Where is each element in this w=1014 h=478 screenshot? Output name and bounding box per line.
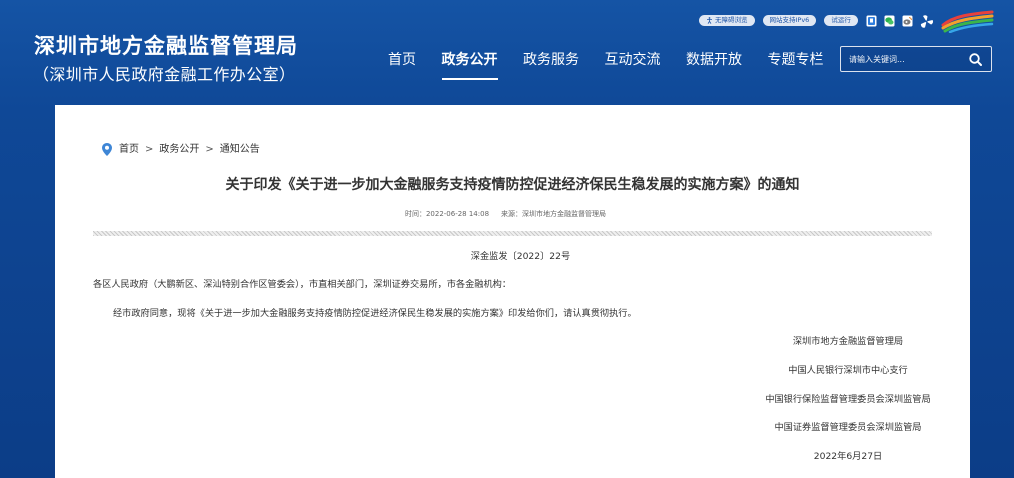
nav-item-special-topics[interactable]: 专题专栏: [768, 50, 824, 70]
site-title: 深圳市地方金融监督管理局: [34, 34, 298, 58]
content-card: 首页 > 政务公开 > 通知公告 关于印发《关于进一步加大金融服务支持疫情防控促…: [55, 105, 970, 478]
ipv6-label: 网站支持IPv6: [769, 16, 810, 24]
signatory: 中国银行保险监督管理委员会深圳监管局: [765, 393, 931, 405]
site-subtitle: （深圳市人民政府金融工作办公室）: [33, 65, 296, 84]
breadcrumb-separator: >: [145, 144, 154, 155]
nav-item-interaction[interactable]: 互动交流: [605, 50, 661, 70]
signatory: 中国人民银行深圳市中心支行: [788, 365, 908, 377]
document-date: 2022年6月27日: [813, 450, 883, 462]
trial-run-label: 试运行: [831, 16, 851, 24]
document-body: 深金监发〔2022〕22号 各区人民政府（大鹏新区、深汕特别合作区管委会），市直…: [93, 243, 932, 472]
signatory: 中国证券监督管理委员会深圳监管局: [774, 422, 922, 434]
i-shenzhen-logo[interactable]: [940, 9, 994, 33]
mobile-icon[interactable]: [866, 15, 877, 27]
ipv6-badge[interactable]: 网站支持IPv6: [762, 15, 817, 26]
pinwheel-icon[interactable]: [919, 15, 934, 28]
article-source: 来源：深圳市地方金融监督管理局: [501, 210, 607, 218]
salutation: 各区人民政府（大鹏新区、深汕特别合作区管委会），市直相关部门，深圳证券交易所，市…: [93, 279, 512, 291]
article-meta: 时间：2022-06-28 14:08 来源：深圳市地方金融监督管理局: [55, 209, 956, 219]
breadcrumb-separator: >: [205, 144, 214, 155]
location-pin-icon: [102, 143, 112, 156]
accessibility-icon: [707, 17, 712, 24]
breadcrumb-notices[interactable]: 通知公告: [220, 144, 260, 156]
body-paragraph: 经市政府同意，现将《关于进一步加大金融服务支持疫情防控促进经济保民生稳发展的实施…: [113, 307, 637, 319]
article-title: 关于印发《关于进一步加大金融服务支持疫情防控促进经济保民生稳发展的实施方案》的通…: [225, 177, 800, 193]
search-input[interactable]: [849, 47, 967, 71]
wechat-icon[interactable]: [884, 15, 895, 27]
nav-item-government-services[interactable]: 政务服务: [523, 50, 579, 70]
breadcrumb: 首页 > 政务公开 > 通知公告: [119, 144, 260, 156]
search-box: [840, 46, 992, 72]
publish-time: 时间：2022-06-28 14:08: [404, 210, 490, 218]
signature-block: 深圳市地方金融监督管理局 中国人民银行深圳市中心支行 中国银行保险监督管理委员会…: [748, 328, 948, 471]
breadcrumb-home[interactable]: 首页: [119, 144, 139, 156]
signatory: 深圳市地方金融监督管理局: [792, 336, 904, 348]
main-nav: 首页 政务公开 政务服务 互动交流 数据开放 专题专栏: [388, 50, 824, 80]
nav-item-home[interactable]: 首页: [388, 50, 416, 70]
accessibility-label: 无障碍浏览: [715, 16, 748, 24]
nav-item-government-affairs[interactable]: 政务公开: [441, 50, 498, 80]
weibo-icon[interactable]: [902, 15, 913, 27]
top-links: 无障碍浏览 网站支持IPv6 试运行: [699, 15, 858, 26]
document-number: 深金监发〔2022〕22号: [470, 250, 571, 262]
search-icon[interactable]: [969, 53, 982, 66]
nav-item-open-data[interactable]: 数据开放: [686, 50, 742, 70]
accessibility-button[interactable]: 无障碍浏览: [699, 15, 755, 26]
breadcrumb-government-affairs[interactable]: 政务公开: [159, 144, 199, 156]
divider: [93, 231, 932, 236]
trial-run-badge[interactable]: 试运行: [824, 15, 858, 26]
